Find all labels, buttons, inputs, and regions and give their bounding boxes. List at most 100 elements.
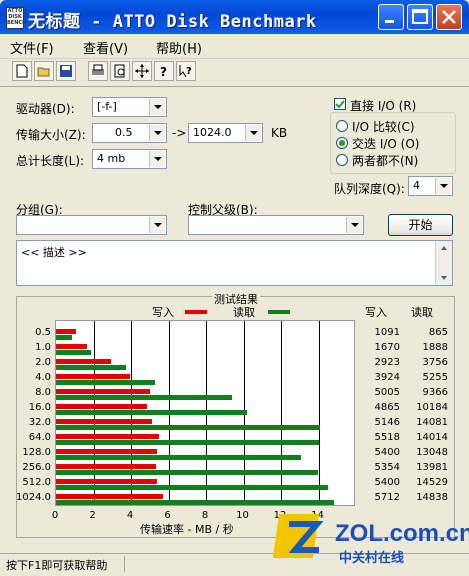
radio-neither[interactable] (336, 154, 348, 166)
category-label: 1.0 (35, 341, 51, 353)
help-button[interactable]: ? (154, 61, 174, 81)
read-value: 14014 (416, 431, 448, 443)
radio-io-compare[interactable] (336, 120, 348, 132)
read-value: 14529 (416, 476, 448, 488)
maximize-button[interactable] (407, 4, 433, 30)
transfer-arrow: -> (172, 126, 187, 140)
x-tick-label: 4 (126, 510, 134, 521)
maximize-icon (412, 9, 428, 24)
title-bar: ATTO DISK BENCH 无标题 - ATTO Disk Benchmar… (0, 0, 469, 34)
legend-read-swatch (268, 310, 290, 314)
queue-depth-select[interactable]: 4 (408, 176, 453, 196)
write-bar (56, 418, 153, 424)
drive-label: 驱动器(D): (16, 102, 75, 116)
write-bar (56, 433, 160, 439)
close-icon (442, 10, 456, 24)
total-length-select[interactable]: 4 mb (92, 149, 167, 169)
minimize-button[interactable] (378, 4, 404, 30)
x-tick-label: 2 (89, 510, 96, 521)
x-tick-label: 10 (236, 510, 249, 521)
write-value: 4865 (374, 401, 400, 413)
read-bar (56, 484, 329, 490)
read-value: 1888 (422, 341, 448, 353)
category-label: 16.0 (28, 401, 51, 413)
read-bar (56, 454, 301, 460)
description-box[interactable]: << 描述 >> (16, 240, 453, 286)
print-button[interactable] (88, 61, 108, 81)
minimize-icon (385, 20, 394, 23)
radio-io-compare-label: I/O 比较(C) (352, 120, 415, 134)
chevron-down-icon (245, 125, 261, 141)
context-help-button[interactable]: ? (176, 61, 196, 81)
menu-help[interactable]: 帮助(H) (156, 38, 202, 57)
x-tick-label: 6 (164, 510, 171, 521)
read-value: 9366 (422, 386, 448, 398)
read-bar (56, 364, 127, 370)
x-axis-label: 传输速率 - MB / 秒 (140, 523, 234, 536)
write-value: 5518 (374, 431, 400, 443)
open-button[interactable] (34, 61, 54, 81)
legend-read-label: 读取 (233, 306, 255, 319)
write-value: 3924 (374, 371, 400, 383)
write-value: 5146 (374, 416, 400, 428)
category-label: 8.0 (35, 386, 51, 398)
toolbar: ? ? (0, 58, 469, 87)
radio-neither-label: 两者都不(N) (352, 154, 419, 168)
write-bar (56, 328, 77, 334)
status-text: 按下F1即可获取帮助 (6, 559, 108, 572)
chevron-down-icon (435, 178, 451, 194)
description-scrollbar[interactable] (435, 241, 452, 285)
gridline (319, 321, 320, 505)
read-value: 865 (428, 326, 448, 338)
new-file-button[interactable] (12, 61, 32, 81)
write-bar (56, 388, 150, 394)
write-bar (56, 403, 148, 409)
read-value: 5255 (422, 371, 448, 383)
svg-text:?: ? (186, 66, 192, 77)
checkmark-icon (335, 100, 345, 109)
move-button[interactable] (132, 61, 152, 81)
control-parent-select[interactable] (188, 215, 364, 235)
write-bar (56, 358, 111, 364)
menu-view[interactable]: 查看(V) (83, 38, 128, 57)
start-button[interactable]: 开始 (388, 214, 453, 236)
write-bar (56, 463, 157, 469)
radio-overlapped-io[interactable] (336, 137, 348, 149)
category-label: 256.0 (22, 461, 51, 473)
legend-write-swatch (185, 310, 207, 314)
read-value: 3756 (422, 356, 448, 368)
chevron-down-icon (149, 151, 165, 167)
write-value: 5354 (374, 461, 400, 473)
zol-watermark: ZOL.com.cn 中关村在线 (272, 500, 469, 573)
write-value: 5400 (374, 446, 400, 458)
read-bar (56, 349, 92, 355)
direct-io-checkbox[interactable] (334, 98, 346, 110)
transfer-to-select[interactable]: 1024.0 (188, 123, 263, 143)
read-bar (56, 379, 155, 385)
description-text: << 描述 >> (21, 246, 87, 259)
save-button[interactable] (56, 61, 76, 81)
write-value: 1091 (374, 326, 400, 338)
group-select[interactable] (16, 215, 167, 235)
write-bar (56, 373, 130, 379)
print-preview-button[interactable] (110, 61, 130, 81)
app-icon: ATTO DISK BENCH (6, 7, 26, 29)
new-file-icon (16, 64, 28, 78)
status-divider (124, 556, 125, 572)
read-bar (56, 334, 73, 340)
legend-write-label: 写入 (152, 306, 174, 319)
menu-file[interactable]: 文件(F) (10, 38, 54, 57)
write-bar (56, 478, 158, 484)
read-bar (56, 439, 319, 445)
read-value: 13048 (416, 446, 448, 458)
save-icon (60, 65, 72, 77)
close-button[interactable] (436, 4, 462, 30)
radio-overlapped-io-label: 交迭 I/O (O) (352, 137, 420, 151)
read-bar (56, 424, 321, 430)
write-bar (56, 448, 158, 454)
transfer-unit: KB (271, 126, 288, 140)
write-column-header: 写入 (365, 306, 387, 319)
drive-select[interactable]: [-f-] (92, 97, 167, 117)
transfer-from-select[interactable]: 0.5 (92, 123, 167, 143)
chevron-down-icon (149, 125, 165, 141)
